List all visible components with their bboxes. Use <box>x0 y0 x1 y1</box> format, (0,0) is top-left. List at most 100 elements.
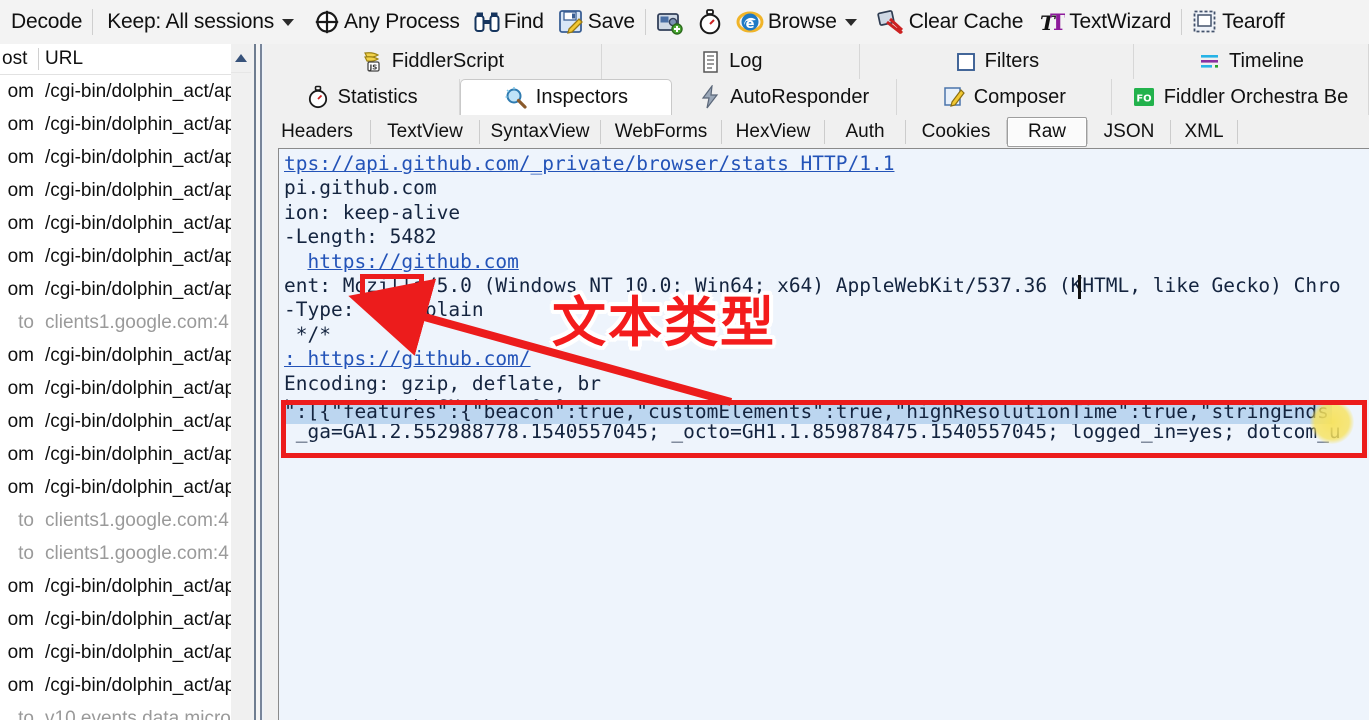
toolbar-button-snapshot[interactable] <box>649 0 691 44</box>
raw-view-pane[interactable]: tps://api.github.com/_private/browser/st… <box>278 148 1369 720</box>
sessions-vertical-scrollbar[interactable] <box>231 44 251 720</box>
subtab-xml[interactable]: XML <box>1171 115 1237 148</box>
raw-line-link[interactable]: : https://github.com/ <box>284 347 531 370</box>
toolbar-button-decode[interactable]: Decode <box>0 0 89 44</box>
tab-fiddler-orchestra-be[interactable]: FO Fiddler Orchestra Be <box>1111 79 1369 115</box>
toolbar-button-browse[interactable]: e Browse <box>729 0 870 44</box>
tearoff-window-icon <box>1192 9 1218 35</box>
sessions-rows: om/cgi-bin/dolphin_act/ap om/cgi-bin/dolp… <box>0 75 251 720</box>
session-row[interactable]: om/cgi-bin/dolphin_act/ap <box>0 438 251 471</box>
raw-line-link[interactable]: https://github.com <box>307 250 518 273</box>
session-url: /cgi-bin/dolphin_act/ap <box>45 344 236 366</box>
column-header-host[interactable]: ost <box>0 44 36 74</box>
session-row[interactable]: om/cgi-bin/dolphin_act/ap <box>0 339 251 372</box>
session-row[interactable]: om/cgi-bin/dolphin_act/ap <box>0 570 251 603</box>
toolbar-label-tearoff: Tearoff <box>1222 10 1285 33</box>
raw-line: tps://api.github.com/_private/browser/st… <box>284 152 1341 176</box>
session-row[interactable]: om/cgi-bin/dolphin_act/ap <box>0 141 251 174</box>
session-host: om <box>7 575 34 597</box>
subtab-cookies[interactable]: Cookies <box>906 115 1006 148</box>
log-document-icon <box>698 50 722 74</box>
raw-line: https://github.com <box>284 250 1341 274</box>
toolbar-button-clear-cache[interactable]: Clear Cache <box>870 0 1031 44</box>
chevron-down-icon[interactable] <box>844 18 857 26</box>
subtab-textview[interactable]: TextView <box>371 115 479 148</box>
session-host: to <box>18 707 34 720</box>
toolbar-button-save[interactable]: Save <box>551 0 642 44</box>
subtab-hexview[interactable]: HexView <box>722 115 824 148</box>
session-host: om <box>7 674 34 696</box>
raw-line: ent: Mozilla/5.0 (Windows NT 10.0; Win64… <box>284 273 1341 297</box>
tab-log[interactable]: Log <box>601 44 860 79</box>
subtab-webforms[interactable]: WebForms <box>601 115 721 148</box>
toolbar-button-textwizard[interactable]: T T TextWizard <box>1030 0 1178 44</box>
tab-label: Composer <box>973 85 1066 108</box>
chevron-down-icon[interactable] <box>282 18 295 26</box>
lightning-bolt-icon <box>698 83 722 109</box>
toolbar-button-timer[interactable] <box>691 0 729 44</box>
session-row[interactable]: om/cgi-bin/dolphin_act/ap <box>0 372 251 405</box>
session-host: om <box>7 245 34 267</box>
session-row[interactable]: om/cgi-bin/dolphin_act/ap <box>0 471 251 504</box>
tab-autoresponder[interactable]: AutoResponder <box>671 79 897 115</box>
tab-composer[interactable]: Composer <box>896 79 1112 115</box>
session-url: /cgi-bin/dolphin_act/ap <box>45 674 236 696</box>
session-url: v10.events.data.micro <box>45 707 231 720</box>
toolbar-button-find[interactable]: Find <box>467 0 551 44</box>
toolbar-button-tearoff[interactable]: Tearoff <box>1185 0 1291 44</box>
session-row[interactable]: om/cgi-bin/dolphin_act/ap <box>0 603 251 636</box>
svg-text:JS: JS <box>368 63 377 71</box>
session-row[interactable]: to clients1.google.com:4 <box>0 504 251 537</box>
upper-tab-row: JS FiddlerScript Log Filters Timeline <box>264 44 1369 79</box>
textwizard-icon: T T <box>1037 9 1067 36</box>
session-row[interactable]: to clients1.google.com:4 <box>0 306 251 339</box>
toolbar-label-keep-sessions: Keep: All sessions <box>107 10 275 33</box>
subtab-syntaxview[interactable]: SyntaxView <box>480 115 600 148</box>
subtab-json[interactable]: JSON <box>1088 115 1170 148</box>
session-url: /cgi-bin/dolphin_act/ap <box>45 410 236 432</box>
raw-line: -Length: 5482 <box>284 225 437 249</box>
session-url: /cgi-bin/dolphin_act/ap <box>45 443 236 465</box>
tab-filters[interactable]: Filters <box>859 44 1134 79</box>
fiddler-orchestra-fo-icon: FO <box>1132 85 1156 109</box>
tab-fiddlerscript[interactable]: JS FiddlerScript <box>264 44 602 79</box>
subtab-separator <box>1237 119 1238 144</box>
session-row[interactable]: om/cgi-bin/dolphin_act/ap <box>0 207 251 240</box>
session-row[interactable]: om/cgi-bin/dolphin_act/ap <box>0 273 251 306</box>
column-header-url[interactable]: URL <box>45 44 251 74</box>
subtab-raw[interactable]: Raw <box>1007 116 1087 147</box>
tab-statistics[interactable]: Statistics <box>264 79 461 115</box>
subtab-auth[interactable]: Auth <box>825 115 905 148</box>
raw-line-link[interactable]: tps://api.github.com/_private/browser/st… <box>284 152 894 175</box>
session-row[interactable]: om/cgi-bin/dolphin_act/ap <box>0 636 251 669</box>
subtab-label: XML <box>1184 120 1224 142</box>
session-host: om <box>7 179 34 201</box>
session-row[interactable]: om/cgi-bin/dolphin_act/ap <box>0 75 251 108</box>
toolbar-label-browse: Browse <box>767 10 837 33</box>
session-row[interactable]: om/cgi-bin/dolphin_act/ap <box>0 669 251 702</box>
filters-checkbox-icon <box>954 50 978 74</box>
subtab-label: Raw <box>1027 120 1066 142</box>
session-row[interactable]: om/cgi-bin/dolphin_act/ap <box>0 108 251 141</box>
scroll-up-button[interactable] <box>231 44 251 73</box>
toolbar-label-any-process: Any Process <box>344 10 460 33</box>
sessions-list-panel[interactable]: ost URL om/cgi-bin/dolphin_act/ap om/cgi-… <box>0 44 251 720</box>
session-row[interactable]: om/cgi-bin/dolphin_act/ap <box>0 405 251 438</box>
subtab-headers[interactable]: Headers <box>264 115 370 148</box>
session-row[interactable]: to v10.events.data.micro <box>0 702 251 720</box>
session-row[interactable]: om/cgi-bin/dolphin_act/ap <box>0 240 251 273</box>
session-row[interactable]: to clients1.google.com:4 <box>0 537 251 570</box>
session-url: /cgi-bin/dolphin_act/ap <box>45 575 236 597</box>
session-row[interactable]: om/cgi-bin/dolphin_act/ap <box>0 174 251 207</box>
tab-inspectors[interactable]: Inspectors <box>460 79 672 115</box>
sessions-list-header: ost URL <box>0 44 251 75</box>
session-url: /cgi-bin/dolphin_act/ap <box>45 278 236 300</box>
toolbar-button-keep-sessions[interactable]: Keep: All sessions <box>96 0 307 44</box>
main-toolbar: Decode Keep: All sessions Any Process Fi… <box>0 0 1369 44</box>
tab-label: FiddlerScript <box>391 50 505 72</box>
tab-timeline[interactable]: Timeline <box>1133 44 1369 79</box>
raw-line-indent <box>284 250 307 273</box>
chevron-up-icon <box>235 54 247 62</box>
toolbar-button-any-process[interactable]: Any Process <box>307 0 467 44</box>
panel-splitter[interactable] <box>251 44 264 720</box>
